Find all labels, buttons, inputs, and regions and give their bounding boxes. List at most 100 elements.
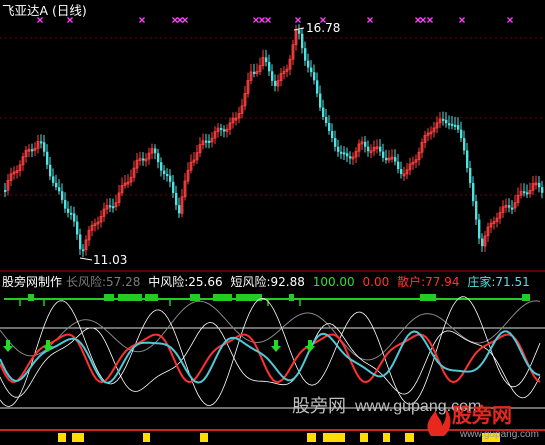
candle-body	[442, 118, 445, 121]
candle-body	[166, 174, 169, 177]
green-bar-block	[145, 294, 158, 301]
signal-marker	[265, 17, 271, 23]
logo-url-text: www.gupang.com	[460, 429, 539, 440]
yellow-bar-block	[200, 433, 208, 442]
candle-body	[349, 156, 352, 159]
candle-body	[346, 153, 349, 157]
candle-body	[508, 205, 511, 208]
price-panel[interactable]: 16.78 11.03	[0, 17, 545, 268]
candle-body	[523, 191, 526, 194]
candle-body	[460, 129, 463, 139]
candle-body	[43, 142, 46, 152]
candle-body	[526, 192, 529, 195]
yellow-bar-block	[383, 433, 390, 442]
green-bar-block	[213, 294, 232, 301]
candle-body	[382, 151, 385, 158]
signal-marker	[172, 17, 178, 23]
candle-body	[82, 249, 85, 252]
candle-body	[265, 57, 268, 62]
stat-dealer: 庄家:71.51	[467, 275, 530, 289]
candle-body	[223, 129, 226, 132]
max-price-label: 16.78	[306, 21, 340, 35]
indicator-stats-row: 长风险:57.28 中风险:25.66 短风险:92.88 100.00 0.0…	[66, 275, 530, 289]
candle-body	[469, 167, 472, 184]
candle-body	[220, 128, 223, 131]
candle-body	[160, 162, 163, 171]
chart-stage: 16.78 11.03	[0, 17, 545, 442]
candle-body	[313, 72, 316, 81]
candle-body	[73, 213, 76, 222]
candle-body	[316, 80, 319, 94]
candle-body	[331, 131, 334, 139]
signal-marker	[459, 17, 465, 23]
candle-body	[385, 157, 388, 161]
signal-marker	[67, 17, 73, 23]
signal-marker	[253, 17, 259, 23]
stat-red-value: 0.00	[362, 275, 390, 289]
signal-marker	[415, 17, 421, 23]
candle-body	[511, 207, 514, 210]
candle-body	[367, 146, 370, 152]
indicator-lines	[0, 296, 541, 407]
yellow-bar-block	[323, 433, 345, 442]
candle-body	[298, 29, 301, 34]
green-bar-block	[104, 294, 114, 301]
green-bar-block	[522, 294, 530, 301]
candle-body	[340, 151, 343, 154]
candle-body	[304, 48, 307, 61]
watermark-site-cn: 股旁网	[292, 396, 346, 416]
candle-body	[322, 107, 325, 117]
candle-body	[163, 170, 166, 175]
candle-body	[466, 150, 469, 168]
candle-body	[478, 219, 481, 239]
candle-body	[79, 234, 82, 250]
candle-body	[178, 205, 181, 214]
candle-body	[49, 164, 52, 177]
candle-body	[343, 152, 346, 155]
logo-brand-text: 股旁网	[452, 405, 512, 427]
stat-long-risk: 长风险:57.28	[66, 275, 141, 289]
signal-marker	[139, 17, 145, 23]
yellow-bar-block	[58, 433, 66, 442]
candle-body	[481, 238, 484, 247]
candle-body	[325, 116, 328, 123]
candle-body	[70, 212, 73, 215]
candle-body	[394, 157, 397, 162]
yellow-bar-block	[307, 433, 316, 442]
yellow-bar-block	[360, 433, 368, 442]
signal-marker	[507, 17, 513, 23]
candle-body	[67, 208, 70, 213]
candle-body	[400, 169, 403, 174]
candle-body	[169, 175, 172, 182]
buy-arrow-icon	[271, 340, 281, 352]
signal-marker	[182, 17, 188, 23]
stat-green-value: 100.00	[312, 275, 355, 289]
candle-body	[301, 33, 304, 49]
candle-body	[175, 192, 178, 206]
signal-marker	[37, 17, 43, 23]
candle-body	[154, 148, 157, 154]
candle-body	[142, 158, 145, 161]
stat-retail: 散户:77.94	[397, 275, 460, 289]
candle-body	[337, 146, 340, 152]
signal-marker	[420, 17, 426, 23]
candle-body	[307, 60, 310, 68]
candle-body	[157, 153, 160, 163]
candle-body	[253, 71, 256, 74]
candle-body	[112, 206, 115, 209]
min-price-label: 11.03	[93, 253, 127, 267]
candle-body	[31, 149, 34, 152]
candle-body	[319, 93, 322, 108]
candle-body	[208, 140, 211, 143]
candle-body	[76, 221, 79, 235]
signal-marker	[295, 17, 301, 23]
candle-body	[334, 138, 337, 147]
candle-body	[4, 190, 7, 192]
candle-body	[454, 124, 457, 127]
candle-body	[364, 141, 367, 147]
candle-body	[541, 187, 544, 193]
candle-body	[538, 182, 541, 188]
candle-body	[40, 141, 43, 144]
green-bar-block	[420, 294, 436, 301]
candle-body	[463, 138, 466, 151]
